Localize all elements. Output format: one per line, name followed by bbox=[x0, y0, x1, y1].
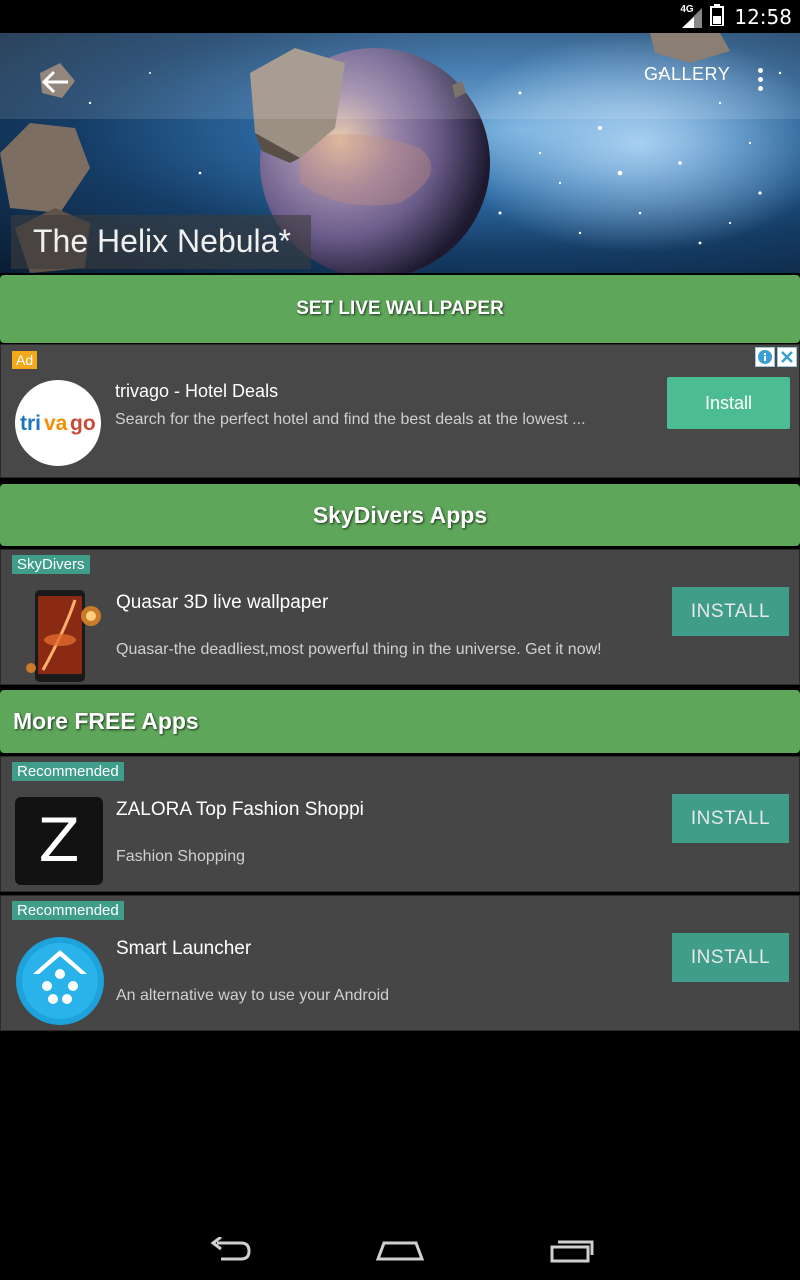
more-free-apps-header: More FREE Apps bbox=[0, 690, 800, 753]
back-arrow-icon bbox=[41, 70, 68, 94]
back-nav-icon[interactable] bbox=[200, 1232, 260, 1268]
smart-launcher-app-icon bbox=[15, 936, 104, 1025]
close-icon[interactable] bbox=[777, 347, 797, 367]
app-title: Smart Launcher bbox=[116, 938, 252, 959]
gallery-button[interactable]: GALLERY bbox=[644, 64, 730, 85]
system-nav-bar bbox=[0, 1220, 800, 1280]
zalora-logo-letter: Z bbox=[38, 806, 80, 876]
zalora-app-icon: Z bbox=[15, 797, 103, 885]
app-title: Quasar 3D live wallpaper bbox=[116, 592, 329, 613]
back-button[interactable] bbox=[30, 57, 80, 107]
app-description: Quasar-the deadliest,most powerful thing… bbox=[116, 641, 602, 658]
status-bar: 4G 12:58 bbox=[0, 0, 800, 33]
install-button[interactable]: INSTALL bbox=[672, 587, 789, 636]
skydivers-apps-header: SkyDivers Apps bbox=[0, 484, 800, 546]
ad-description: Search for the perfect hotel and find th… bbox=[115, 411, 586, 428]
app-description: An alternative way to use your Android bbox=[116, 987, 390, 1004]
app-card-quasar[interactable]: SkyDivers Quasar 3D live wallpaper Quasa… bbox=[0, 549, 800, 685]
info-icon[interactable] bbox=[755, 347, 775, 367]
app-tag: SkyDivers bbox=[12, 555, 90, 574]
overflow-menu-icon[interactable] bbox=[748, 61, 772, 97]
recents-nav-icon[interactable] bbox=[542, 1232, 602, 1268]
ad-install-button[interactable]: Install bbox=[667, 377, 790, 429]
ad-choices[interactable] bbox=[755, 347, 797, 367]
ad-card[interactable]: Ad tri va go trivago - Hotel Deals Searc… bbox=[0, 344, 800, 478]
app-card-smart-launcher[interactable]: Recommended Smart Launcher An alternativ… bbox=[0, 895, 800, 1031]
svg-text:go: go bbox=[70, 412, 96, 435]
install-button[interactable]: INSTALL bbox=[672, 794, 789, 843]
ad-title: trivago - Hotel Deals bbox=[115, 381, 279, 401]
battery-icon bbox=[710, 3, 725, 31]
status-icons: 4G 12:58 bbox=[680, 3, 792, 31]
app-title: ZALORA Top Fashion Shoppi bbox=[116, 799, 364, 820]
ad-badge: Ad bbox=[12, 351, 38, 369]
set-live-wallpaper-button[interactable]: SET LIVE WALLPAPER bbox=[0, 275, 800, 343]
app-card-zalora[interactable]: Recommended Z ZALORA Top Fashion Shoppi … bbox=[0, 756, 800, 892]
svg-text:tri: tri bbox=[20, 412, 41, 435]
signal-icon: 4G bbox=[680, 4, 704, 28]
app-tag: Recommended bbox=[12, 762, 124, 781]
wallpaper-title-box: The Helix Nebula* bbox=[11, 215, 311, 269]
wallpaper-title: The Helix Nebula* bbox=[33, 223, 291, 259]
network-type: 4G bbox=[680, 4, 694, 15]
clock: 12:58 bbox=[734, 5, 792, 29]
wallpaper-preview: GALLERY The Helix Nebula* bbox=[0, 33, 800, 273]
app-tag: Recommended bbox=[12, 901, 124, 920]
svg-text:va: va bbox=[44, 412, 68, 435]
trivago-logo-text: tri va go bbox=[20, 412, 96, 435]
trivago-logo: tri va go bbox=[15, 380, 101, 466]
home-nav-icon[interactable] bbox=[370, 1232, 430, 1268]
install-button[interactable]: INSTALL bbox=[672, 933, 789, 982]
quasar-app-icon bbox=[15, 590, 103, 682]
app-description: Fashion Shopping bbox=[116, 848, 245, 865]
